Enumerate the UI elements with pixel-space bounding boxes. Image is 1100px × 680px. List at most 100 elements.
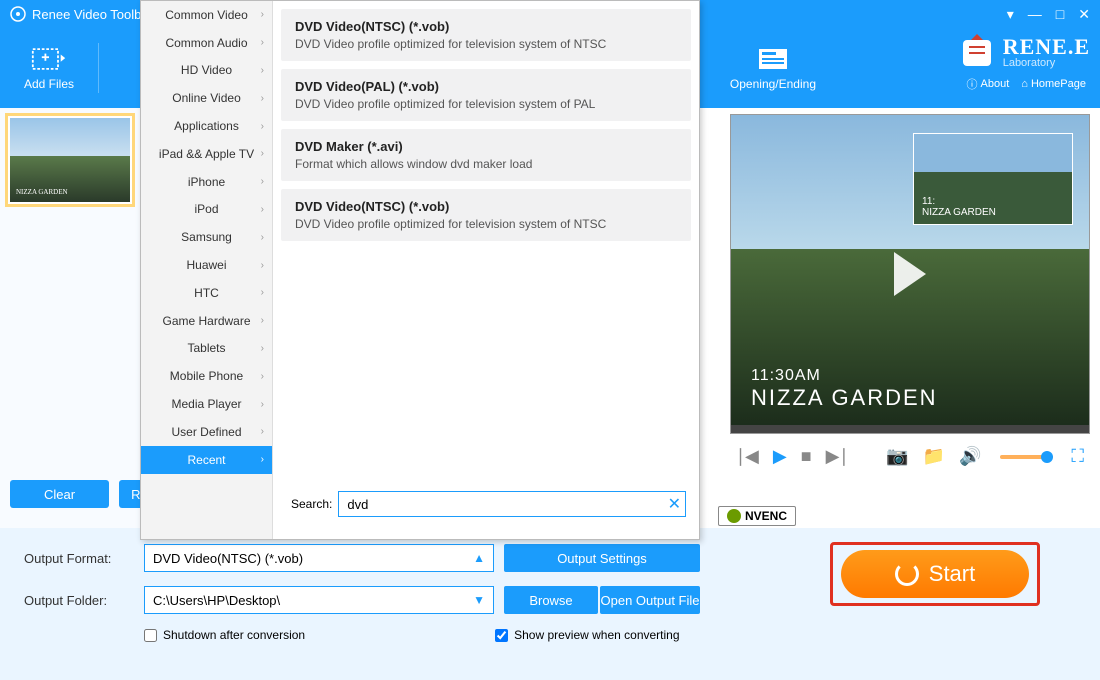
brand-logo: RENE.E Laboratory	[957, 32, 1090, 72]
chevron-right-icon: ›	[261, 176, 264, 187]
minimize-icon[interactable]: —	[1028, 6, 1042, 22]
thumbnail-label: NIZZA GARDEN	[16, 188, 68, 196]
category-item[interactable]: HD Video›	[141, 57, 272, 85]
category-item[interactable]: Game Hardware›	[141, 307, 272, 335]
format-title: DVD Maker (*.avi)	[295, 139, 677, 154]
chevron-right-icon: ›	[261, 148, 264, 159]
category-item[interactable]: Common Audio›	[141, 29, 272, 57]
format-results: DVD Video(NTSC) (*.vob) DVD Video profile…	[273, 1, 699, 539]
clear-search-icon[interactable]: ✕	[668, 494, 681, 514]
brand-name: RENE.E	[1003, 36, 1090, 58]
add-files-icon	[31, 45, 67, 73]
brand-sub: Laboratory	[1003, 58, 1090, 69]
category-item[interactable]: Recent›	[141, 446, 272, 474]
category-item[interactable]: Media Player›	[141, 390, 272, 418]
volume-slider[interactable]	[1000, 455, 1054, 459]
stop-button[interactable]: ■	[801, 446, 812, 467]
category-item[interactable]: HTC›	[141, 279, 272, 307]
output-format-label: Output Format:	[24, 551, 134, 566]
preview-pip: 11:NIZZA GARDEN	[913, 133, 1073, 225]
refresh-icon	[895, 562, 919, 586]
category-item[interactable]: Huawei›	[141, 251, 272, 279]
format-title: DVD Video(PAL) (*.vob)	[295, 79, 677, 94]
category-item[interactable]: Online Video›	[141, 84, 272, 112]
category-item[interactable]: Applications›	[141, 112, 272, 140]
progress-bar[interactable]	[731, 425, 1089, 433]
chevron-right-icon: ›	[261, 121, 264, 132]
play-overlay-icon[interactable]	[894, 252, 926, 296]
category-item[interactable]: iPhone›	[141, 168, 272, 196]
format-popup: Common Video›Common Audio›HD Video›Onlin…	[140, 0, 700, 540]
toolbar-separator	[98, 43, 99, 93]
search-label: Search:	[291, 497, 332, 511]
chevron-right-icon: ›	[261, 343, 264, 354]
format-item[interactable]: DVD Video(NTSC) (*.vob) DVD Video profile…	[281, 189, 691, 241]
category-item[interactable]: iPod›	[141, 196, 272, 224]
preview-checkbox[interactable]: Show preview when converting	[495, 628, 679, 642]
chevron-right-icon: ›	[261, 232, 264, 243]
close-icon[interactable]: ✕	[1078, 6, 1090, 23]
chevron-right-icon: ›	[261, 9, 264, 20]
next-button[interactable]: ▶∣	[826, 446, 849, 467]
player-controls: ∣◀ ▶ ■ ▶∣ 📷 📁 🔊 ⛶	[730, 434, 1090, 479]
about-link[interactable]: ⓘ About	[967, 76, 1010, 92]
format-desc: DVD Video profile optimized for televisi…	[295, 217, 677, 231]
chevron-up-icon: ▲	[473, 551, 485, 565]
open-folder-button[interactable]: 📁	[923, 446, 945, 467]
maximize-icon[interactable]: □	[1056, 6, 1064, 22]
search-input[interactable]	[338, 491, 685, 517]
category-item[interactable]: User Defined›	[141, 418, 272, 446]
nvenc-badge[interactable]: NVENC	[718, 506, 796, 526]
output-format-combo[interactable]: DVD Video(NTSC) (*.vob) ▲	[144, 544, 494, 572]
format-item[interactable]: DVD Video(PAL) (*.vob)DVD Video profile …	[281, 69, 691, 121]
homepage-link[interactable]: ⌂ HomePage	[1021, 76, 1086, 92]
file-list: NIZZA GARDEN	[0, 108, 140, 528]
category-item[interactable]: Tablets›	[141, 335, 272, 363]
preview-overlay-text: 11:30AM NIZZA GARDEN	[751, 367, 938, 411]
start-button[interactable]: Start	[841, 550, 1029, 598]
video-thumbnail[interactable]: NIZZA GARDEN	[8, 116, 132, 204]
open-output-file-button[interactable]: Open Output File	[600, 586, 700, 614]
nvenc-icon	[727, 509, 741, 523]
output-settings-button[interactable]: Output Settings	[504, 544, 700, 572]
format-item[interactable]: DVD Maker (*.avi) Format which allows win…	[281, 129, 691, 181]
add-files-label: Add Files	[24, 77, 74, 91]
format-item[interactable]: DVD Video(NTSC) (*.vob)DVD Video profile…	[281, 9, 691, 61]
chevron-right-icon: ›	[261, 371, 264, 382]
chevron-right-icon: ›	[261, 37, 264, 48]
clear-button[interactable]: Clear	[10, 480, 109, 508]
chevron-right-icon: ›	[261, 260, 264, 271]
video-preview[interactable]: 11:NIZZA GARDEN 11:30AM NIZZA GARDEN	[730, 114, 1090, 434]
category-item[interactable]: iPad && Apple TV›	[141, 140, 272, 168]
category-item[interactable]: Common Video›	[141, 1, 272, 29]
fullscreen-button[interactable]: ⛶	[1071, 446, 1084, 467]
chevron-right-icon: ›	[261, 315, 264, 326]
opening-ending-label: Opening/Ending	[730, 77, 816, 91]
opening-ending-icon	[755, 45, 791, 73]
start-button-highlight: Start	[830, 542, 1040, 606]
opening-ending-button[interactable]: Opening/Ending	[706, 28, 840, 108]
add-files-button[interactable]: Add Files	[0, 28, 98, 108]
format-desc: Format which allows window dvd maker loa…	[295, 157, 677, 171]
snapshot-button[interactable]: 📷	[886, 446, 908, 467]
chevron-right-icon: ›	[261, 454, 264, 465]
prev-button[interactable]: ∣◀	[736, 446, 759, 467]
browse-button[interactable]: Browse	[504, 586, 598, 614]
shutdown-checkbox[interactable]: Shutdown after conversion	[144, 628, 305, 642]
app-logo-icon	[10, 6, 26, 22]
category-item[interactable]: Samsung›	[141, 223, 272, 251]
category-list: Common Video›Common Audio›HD Video›Onlin…	[141, 1, 273, 539]
output-folder-combo[interactable]: C:\Users\HP\Desktop\ ▼	[144, 586, 494, 614]
play-button[interactable]: ▶	[773, 446, 787, 467]
brand-icon	[957, 32, 997, 72]
chevron-down-icon: ▼	[473, 593, 485, 607]
chevron-right-icon: ›	[261, 93, 264, 104]
format-desc: DVD Video profile optimized for televisi…	[295, 37, 677, 51]
chevron-right-icon: ›	[261, 65, 264, 76]
output-folder-label: Output Folder:	[24, 593, 134, 608]
options-icon[interactable]: ▾	[1007, 6, 1014, 23]
volume-icon[interactable]: 🔊	[959, 446, 981, 467]
category-item[interactable]: Mobile Phone›	[141, 362, 272, 390]
chevron-right-icon: ›	[261, 287, 264, 298]
format-title: DVD Video(NTSC) (*.vob)	[295, 199, 677, 214]
